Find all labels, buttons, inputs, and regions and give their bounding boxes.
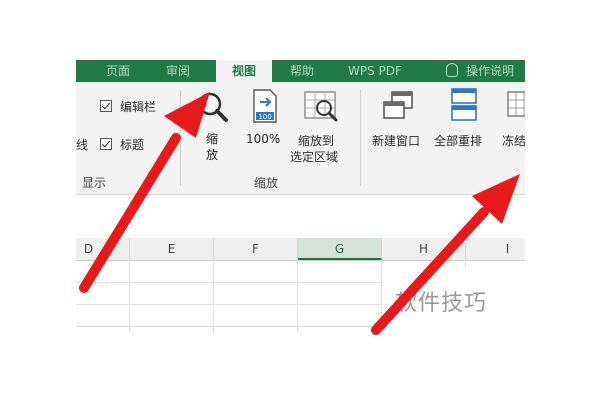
grid-line [213, 260, 214, 333]
tab-tell-me[interactable]: 操作说明 [466, 62, 525, 80]
column-header-g[interactable]: G [298, 238, 382, 260]
freeze-panes-label: 冻结 [502, 134, 525, 148]
arrange-all-label: 全部重排 [434, 134, 483, 148]
formula-bar-checkbox[interactable] [100, 100, 112, 112]
column-header-i[interactable]: I [466, 238, 525, 260]
zoom-to-selection-line2: 选定区域 [290, 150, 339, 164]
zoom-group-label: 缩放 [254, 176, 279, 190]
show-group-label: 显示 [82, 176, 107, 190]
zoom-label-line2: 放 [206, 148, 219, 162]
ribbon: 编辑栏 线 标题 显示 缩 放 100 100% 缩放到 选定区域 缩放 新建窗… [76, 82, 525, 195]
new-window-button[interactable]: 新建窗口 [370, 86, 430, 156]
column-header-f[interactable]: F [214, 238, 298, 260]
zoom-button[interactable]: 缩 放 [188, 86, 234, 166]
tab-view[interactable]: 视图 [216, 60, 272, 82]
tab-review[interactable]: 审阅 [166, 62, 202, 80]
arrange-all-button[interactable]: 全部重排 [434, 86, 494, 156]
gridlines-label-partial: 线 [76, 138, 89, 152]
zoom-label-line1: 缩 [206, 132, 219, 146]
zoom-to-selection-button[interactable]: 缩放到 选定区域 [290, 86, 352, 166]
column-header-d[interactable]: D [76, 238, 130, 260]
grid-line [297, 260, 298, 333]
tab-help[interactable]: 帮助 [290, 62, 326, 80]
zoom-to-selection-line1: 缩放到 [298, 134, 335, 148]
new-window-icon [383, 91, 413, 119]
group-separator [180, 90, 181, 186]
grid-line [129, 260, 130, 333]
column-header-e[interactable]: E [130, 238, 214, 260]
freeze-panes-icon [507, 91, 525, 117]
watermark: 软件技巧 [383, 267, 533, 333]
arrange-all-icon [451, 88, 477, 121]
zoom-100-label: 100% [246, 132, 281, 146]
freeze-panes-button[interactable]: 冻结 [496, 86, 525, 156]
zoom-100-icon: 100 [253, 89, 277, 123]
tab-wps-pdf[interactable]: WPS PDF [348, 62, 418, 80]
grid-line [381, 260, 382, 333]
formula-bar-label: 编辑栏 [120, 100, 157, 114]
svg-text:100: 100 [258, 113, 271, 121]
watermark-text: 软件技巧 [395, 291, 488, 316]
zoom-100-button[interactable]: 100 100% [242, 86, 286, 156]
ribbon-tab-strip: 页面 审阅 视图 帮助 WPS PDF 操作说明 [76, 60, 525, 82]
magnifier-icon [198, 92, 228, 122]
tab-page[interactable]: 页面 [106, 62, 142, 80]
column-header-row: D E F G H I [76, 238, 525, 261]
new-window-label: 新建窗口 [372, 134, 421, 148]
lightbulb-icon[interactable] [446, 63, 458, 77]
headings-label: 标题 [120, 138, 145, 152]
group-separator [360, 90, 361, 186]
zoom-to-selection-icon [304, 91, 338, 122]
column-header-h[interactable]: H [382, 238, 466, 260]
headings-checkbox[interactable] [100, 138, 112, 150]
